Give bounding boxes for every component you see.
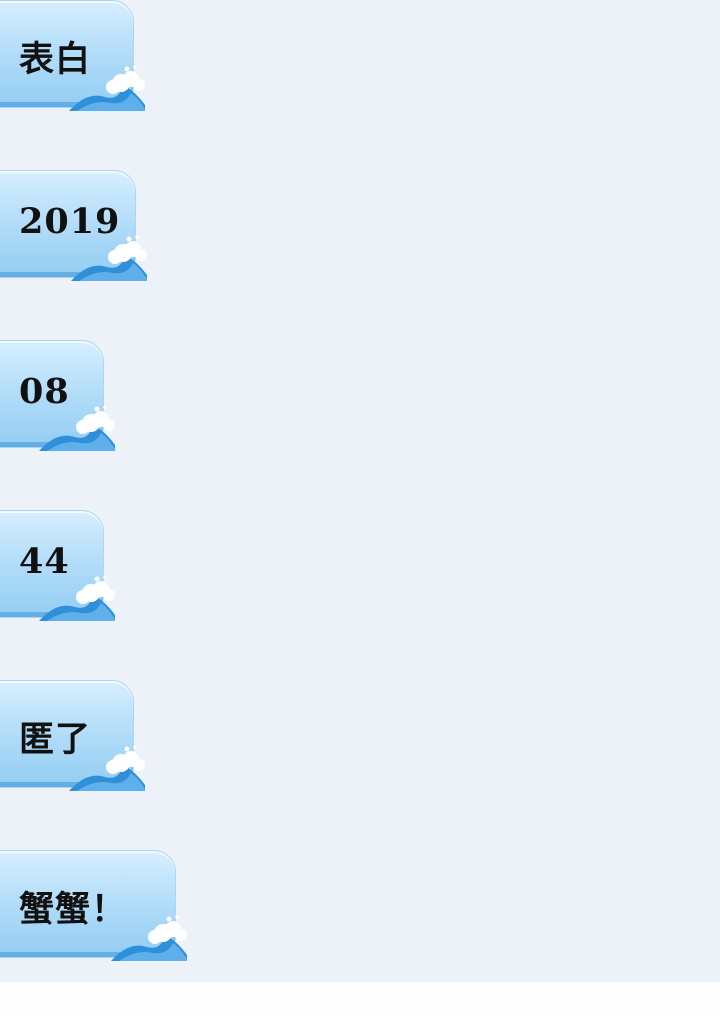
message-bubble[interactable]: 44 xyxy=(0,510,115,621)
message-bubble[interactable]: 08 xyxy=(0,340,115,451)
wave-splash-icon xyxy=(69,745,145,791)
wave-splash-icon xyxy=(39,575,115,621)
message-bubble[interactable]: 2019 xyxy=(0,170,147,281)
bottom-strip xyxy=(0,982,720,1016)
wave-splash-icon xyxy=(39,405,115,451)
chat-area: 表白 2019 08 44 匿了 蟹蟹！ xyxy=(0,0,720,982)
message-bubble[interactable]: 表白 xyxy=(0,0,145,111)
wave-splash-icon xyxy=(111,915,187,961)
wave-splash-icon xyxy=(69,65,145,111)
wave-splash-icon xyxy=(71,235,147,281)
message-bubble[interactable]: 匿了 xyxy=(0,680,145,791)
message-bubble[interactable]: 蟹蟹！ xyxy=(0,850,187,961)
